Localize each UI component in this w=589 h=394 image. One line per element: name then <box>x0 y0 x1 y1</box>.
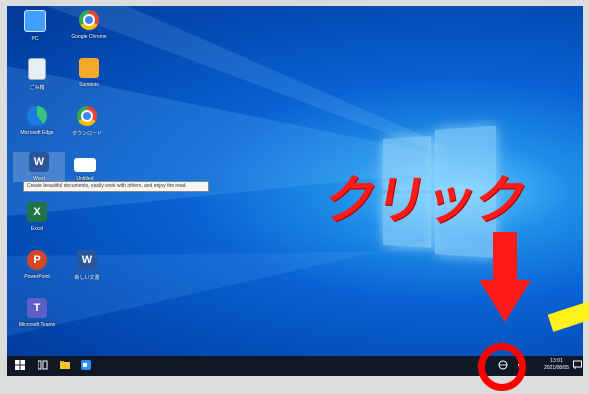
desktop-icon-chrome-2[interactable]: ダウンロード <box>61 106 113 137</box>
blank-document-icon <box>74 158 96 172</box>
tooltip: Create beautiful documents, easily work … <box>23 181 209 192</box>
task-view-icon[interactable] <box>38 360 48 370</box>
file-explorer-icon[interactable] <box>60 360 70 370</box>
chrome-icon <box>77 106 97 126</box>
teams-icon: T <box>27 298 47 318</box>
desktop-icon-excel[interactable]: X Excel <box>11 202 63 232</box>
down-arrow-annotation <box>479 232 531 322</box>
powerpoint-icon: P <box>27 250 47 270</box>
desktop-icon-edge[interactable]: Microsoft Edge <box>11 106 63 136</box>
word-icon: W <box>29 152 49 172</box>
desktop-icon-word[interactable]: W Word <box>13 152 65 182</box>
zoom-icon[interactable] <box>81 360 91 370</box>
excel-icon: X <box>27 202 47 222</box>
desktop-icon-new-doc[interactable]: W 新しい文書 <box>61 250 113 281</box>
highlight-circle-annotation <box>478 343 526 391</box>
desktop-icon-powerpoint[interactable]: P PowerPoint <box>11 250 63 280</box>
word-doc-icon: W <box>77 250 97 270</box>
desktop-icon-teams[interactable]: T Microsoft Teams <box>11 298 63 328</box>
desktop-icon-sumitoto[interactable]: Sumitoto <box>63 58 115 88</box>
chrome-icon <box>79 10 99 30</box>
folder-app-icon <box>79 58 99 78</box>
edge-icon <box>27 106 47 126</box>
desktop-icon-untitled[interactable]: Untitled <box>59 158 111 182</box>
taskbar-clock[interactable]: 13:01 2021/08/05 <box>544 358 569 372</box>
recycle-bin-icon <box>28 58 46 80</box>
click-callout-text: クリック <box>319 171 531 231</box>
desktop-icon-chrome[interactable]: Google Chrome <box>63 10 115 40</box>
clock-time: 13:01 <box>550 358 563 364</box>
notification-icon[interactable] <box>573 360 582 370</box>
desktop-icon-pc[interactable]: PC <box>9 10 61 42</box>
start-icon[interactable] <box>15 360 25 370</box>
clock-date: 2021/08/05 <box>544 365 570 371</box>
desktop-icon-recycle-bin[interactable]: ごみ箱 <box>11 58 63 91</box>
pc-icon <box>24 10 46 32</box>
